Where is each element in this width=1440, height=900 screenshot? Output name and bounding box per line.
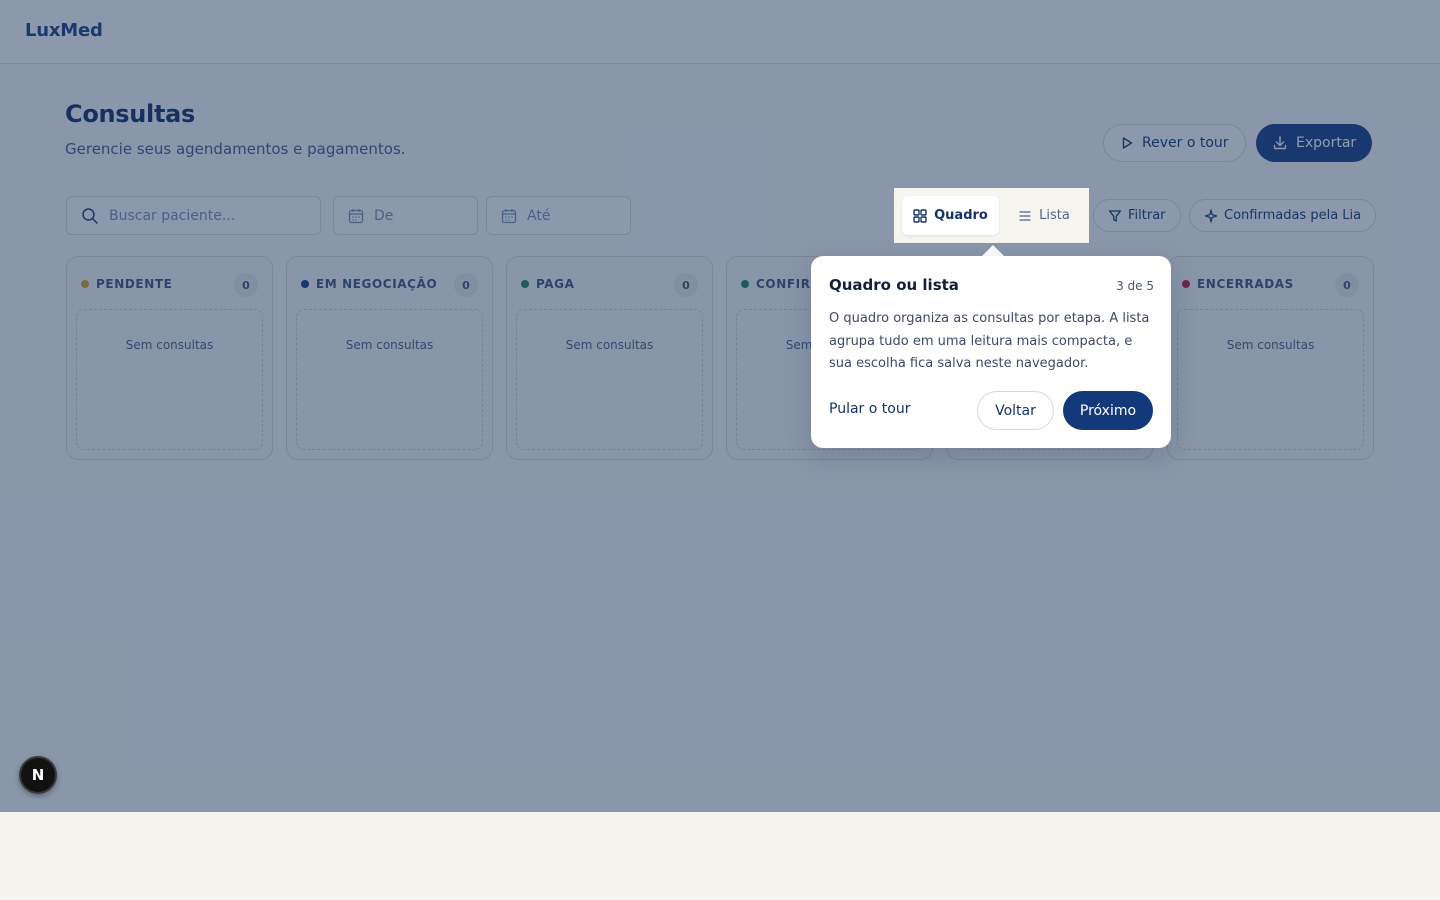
skip-tour-button[interactable]: Pular o tour: [829, 401, 910, 417]
tour-body: O quadro organiza as consultas por etapa…: [829, 311, 1150, 371]
view-toggle-list-label: Lista: [1039, 208, 1070, 223]
tour-next-button[interactable]: Próximo: [1063, 391, 1153, 430]
view-toggle-list[interactable]: Lista: [1003, 196, 1085, 235]
dev-tools-badge[interactable]: N: [19, 756, 57, 794]
tour-overlay[interactable]: [0, 0, 1440, 812]
tour-popover-arrow: [982, 245, 1004, 256]
tour-popover: Quadro ou lista 3 de 5 O quadro organiza…: [811, 256, 1171, 448]
view-toggle-board[interactable]: Quadro: [902, 196, 999, 235]
list-icon: [1018, 209, 1032, 223]
grid-icon: [913, 208, 927, 223]
tour-step-indicator: 3 de 5: [1116, 279, 1154, 293]
tour-title: Quadro ou lista: [829, 276, 959, 294]
tour-back-button[interactable]: Voltar: [977, 391, 1054, 430]
view-toggle-board-label: Quadro: [934, 208, 988, 223]
